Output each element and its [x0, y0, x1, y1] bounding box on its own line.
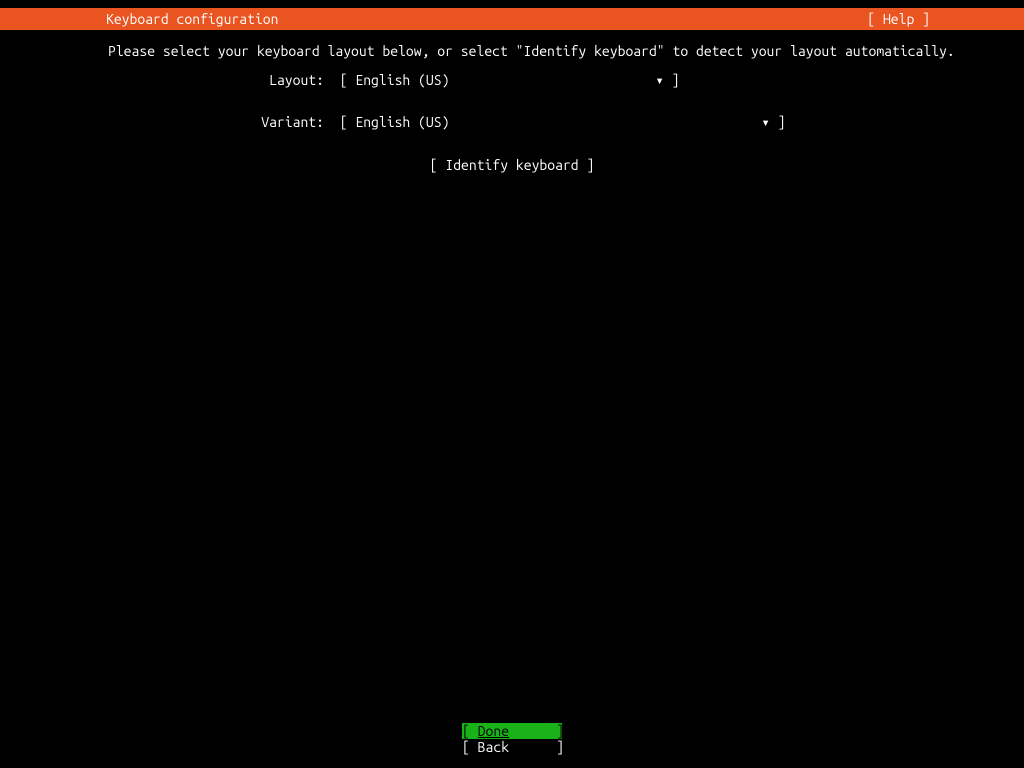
chevron-down-icon: ▾: [655, 72, 663, 89]
layout-select[interactable]: [ English (US)▾ ]: [340, 72, 680, 88]
variant-row: Variant: [ English (US)▾ ]: [108, 114, 786, 131]
layout-value: English (US): [355, 72, 655, 88]
done-button[interactable]: [ Done ]: [462, 723, 562, 739]
page-title: Keyboard configuration: [106, 11, 278, 27]
variant-select[interactable]: [ English (US)▾ ]: [340, 114, 786, 130]
variant-value: English (US): [355, 114, 761, 130]
help-button[interactable]: [ Help ]: [867, 11, 930, 27]
instruction-text: Please select your keyboard layout below…: [108, 43, 955, 59]
variant-label: Variant:: [108, 114, 324, 130]
layout-label: Layout:: [108, 72, 324, 88]
titlebar: Keyboard configuration [ Help ]: [0, 8, 1024, 30]
back-button[interactable]: [ Back ]: [462, 739, 562, 755]
done-label: Done: [478, 723, 509, 739]
footer: [ Done ] [ Back ]: [0, 723, 1024, 755]
chevron-down-icon: ▾: [761, 114, 769, 131]
layout-row: Layout: [ English (US)▾ ]: [108, 72, 680, 89]
identify-keyboard-button[interactable]: [ Identify keyboard ]: [0, 157, 1024, 173]
